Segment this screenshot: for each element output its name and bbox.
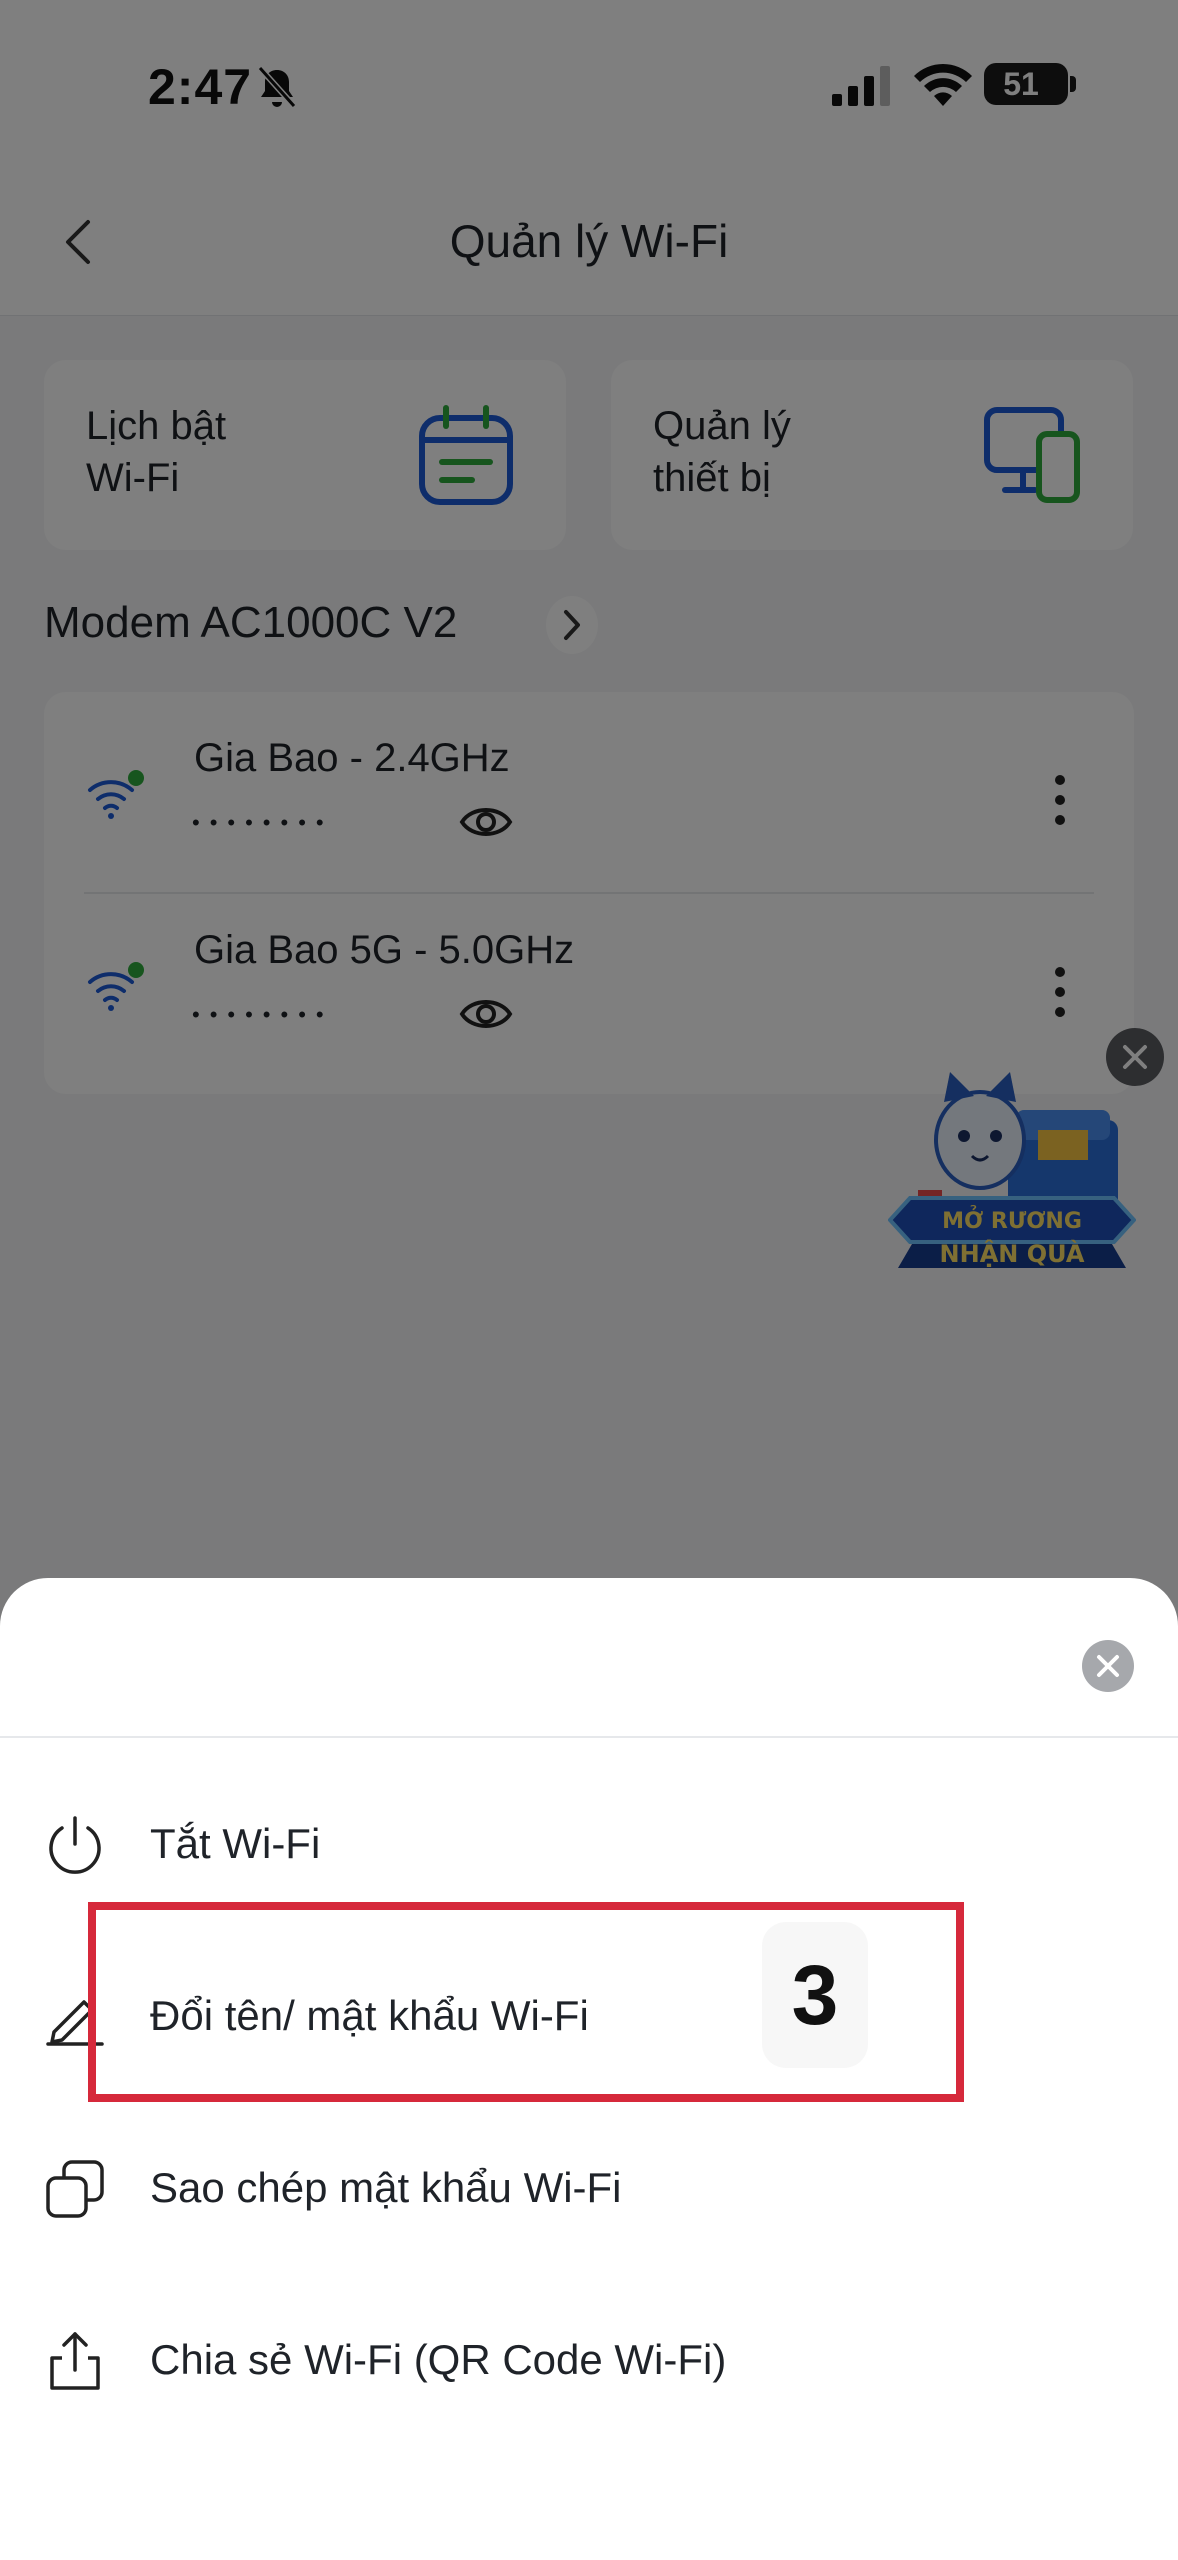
sheet-divider — [0, 1736, 1178, 1738]
power-icon — [49, 1816, 101, 1874]
close-icon[interactable] — [1082, 1640, 1134, 1692]
menu-item-share-wifi[interactable]: Chia sẻ Wi-Fi (QR Code Wi-Fi) — [0, 2286, 1178, 2436]
share-icon — [50, 2332, 100, 2390]
menu-item-turn-off-wifi[interactable]: Tắt Wi-Fi — [0, 1770, 1178, 1920]
copy-icon — [46, 2160, 104, 2218]
menu-item-label: Tắt Wi-Fi — [150, 1820, 321, 1867]
menu-item-copy-password[interactable]: Sao chép mật khẩu Wi-Fi — [0, 2114, 1178, 2264]
menu-item-label: Sao chép mật khẩu Wi-Fi — [150, 2164, 622, 2211]
tutorial-step-badge: 3 — [762, 1922, 868, 2068]
menu-item-label: Chia sẻ Wi-Fi (QR Code Wi-Fi) — [150, 2336, 727, 2383]
